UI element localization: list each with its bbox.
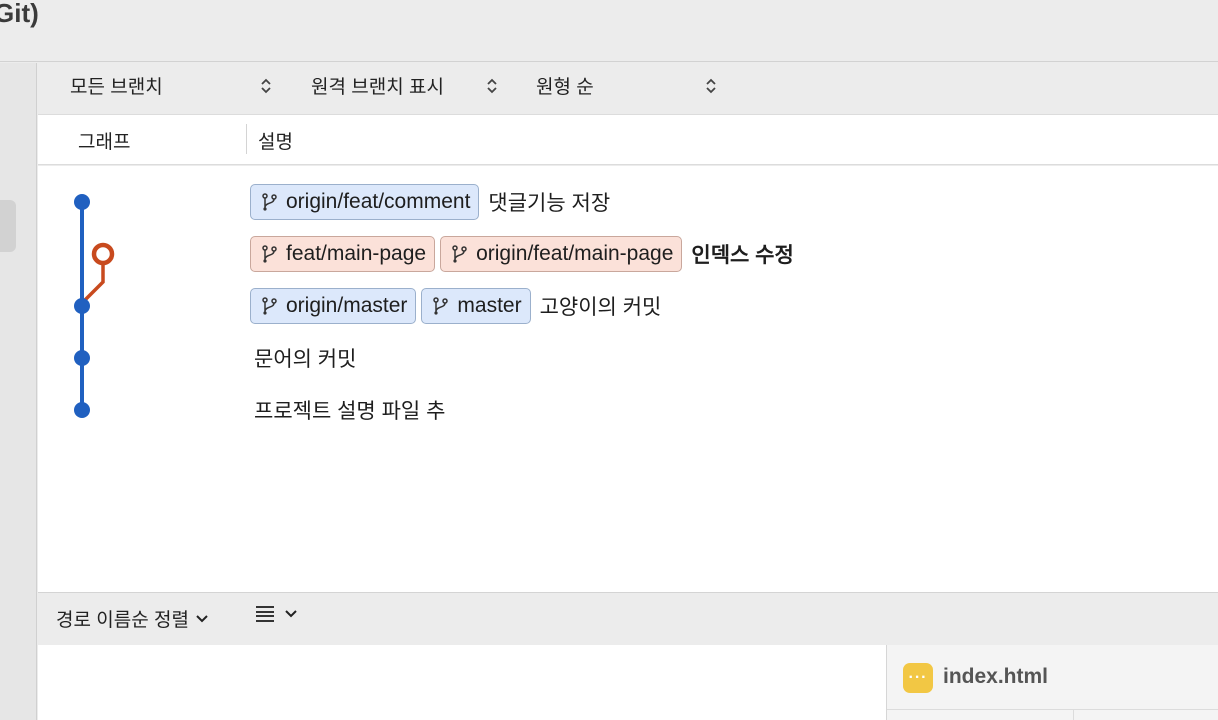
- branch-icon: [262, 297, 277, 315]
- column-divider[interactable]: [246, 124, 247, 154]
- branch-icon: [262, 245, 277, 263]
- commit-message: 프로젝트 설명 파일 추: [254, 400, 446, 423]
- commit-dot[interactable]: [74, 298, 90, 314]
- commit-graph: [74, 194, 115, 418]
- chevron-down-icon: [285, 610, 297, 618]
- commit-dot[interactable]: [74, 350, 90, 366]
- commit-row[interactable]: 프로젝트 설명 파일 추: [250, 390, 445, 430]
- column-header: 그래프 설명: [38, 115, 1218, 165]
- branch-icon: [452, 245, 467, 263]
- head-commit-dot[interactable]: [91, 242, 115, 266]
- branch-filter-select[interactable]: 모든 브랜치: [70, 63, 163, 107]
- branch-tag[interactable]: origin/master: [250, 288, 417, 324]
- branch-icon: [433, 297, 449, 315]
- filter-bar: 모든 브랜치 원격 브랜치 표시 원형 순: [38, 63, 1218, 115]
- branch-filter-stepper-icon[interactable]: [261, 77, 271, 95]
- commit-list: origin/feat/comment 댓글기능 저장 feat/main-pa…: [38, 166, 1218, 592]
- remote-branch-select[interactable]: 원격 브랜치 표시: [311, 63, 444, 107]
- file-list[interactable]: [38, 645, 886, 720]
- window-title: Git): [0, 0, 39, 28]
- file-diff-panel: ··· index.html: [886, 645, 1218, 720]
- branch-tag-label: feat/main-page: [286, 242, 427, 265]
- commit-message: 고양이의 커밋: [539, 296, 662, 319]
- sidebar: [0, 63, 37, 720]
- commit-dot[interactable]: [74, 402, 90, 418]
- branch-icon: [262, 193, 277, 211]
- branch-tag[interactable]: origin/feat/comment: [250, 184, 480, 220]
- ellipsis-file-icon: ···: [903, 663, 933, 693]
- file-name[interactable]: index.html: [943, 665, 1048, 689]
- commit-dot[interactable]: [74, 194, 90, 210]
- branch-tag-label: origin/feat/main-page: [476, 242, 674, 265]
- sort-label: 경로 이름순 정렬: [56, 610, 189, 631]
- branch-tag-label: origin/feat/comment: [286, 190, 471, 213]
- commit-message: 인덱스 수정: [691, 244, 794, 267]
- commit-row[interactable]: feat/main-page origin/feat/main-page 인덱스…: [250, 234, 794, 274]
- branch-tag[interactable]: feat/main-page: [250, 236, 436, 272]
- branch-tag-label: master: [457, 294, 522, 317]
- title-bar: Git): [0, 0, 1218, 62]
- order-stepper-icon[interactable]: [706, 77, 716, 95]
- graph-column-header[interactable]: 그래프: [78, 127, 130, 154]
- branch-tag-label: origin/master: [286, 294, 408, 317]
- file-toolbar: 경로 이름순 정렬: [38, 592, 1218, 645]
- remote-branch-label: 원격 브랜치 표시: [311, 76, 444, 98]
- sidebar-selection[interactable]: [0, 200, 16, 252]
- branch-tag[interactable]: origin/feat/main-page: [440, 236, 683, 272]
- panel-column-divider: [1073, 709, 1074, 720]
- commit-message: 문어의 커밋: [254, 348, 357, 371]
- commit-row[interactable]: 문어의 커밋: [250, 338, 356, 378]
- remote-branch-stepper-icon[interactable]: [487, 77, 497, 95]
- commit-row[interactable]: origin/feat/comment 댓글기능 저장: [250, 182, 610, 222]
- order-label: 원형 순: [536, 76, 594, 98]
- branch-tag[interactable]: master: [421, 288, 531, 324]
- commit-row[interactable]: origin/master master 고양이의 커밋: [250, 286, 661, 326]
- main-panel: 모든 브랜치 원격 브랜치 표시 원형 순 그래프 설명 origin/feat…: [38, 63, 1218, 720]
- order-select[interactable]: 원형 순: [536, 63, 594, 107]
- commit-message: 댓글기능 저장: [488, 192, 611, 215]
- list-lines-icon: [256, 603, 274, 625]
- panel-divider: [887, 709, 1218, 710]
- chevron-down-icon: [196, 614, 208, 622]
- description-column-header[interactable]: 설명: [258, 127, 293, 154]
- branch-filter-label: 모든 브랜치: [70, 76, 163, 98]
- view-mode-button[interactable]: [256, 603, 298, 625]
- sort-menu-button[interactable]: 경로 이름순 정렬: [56, 605, 209, 632]
